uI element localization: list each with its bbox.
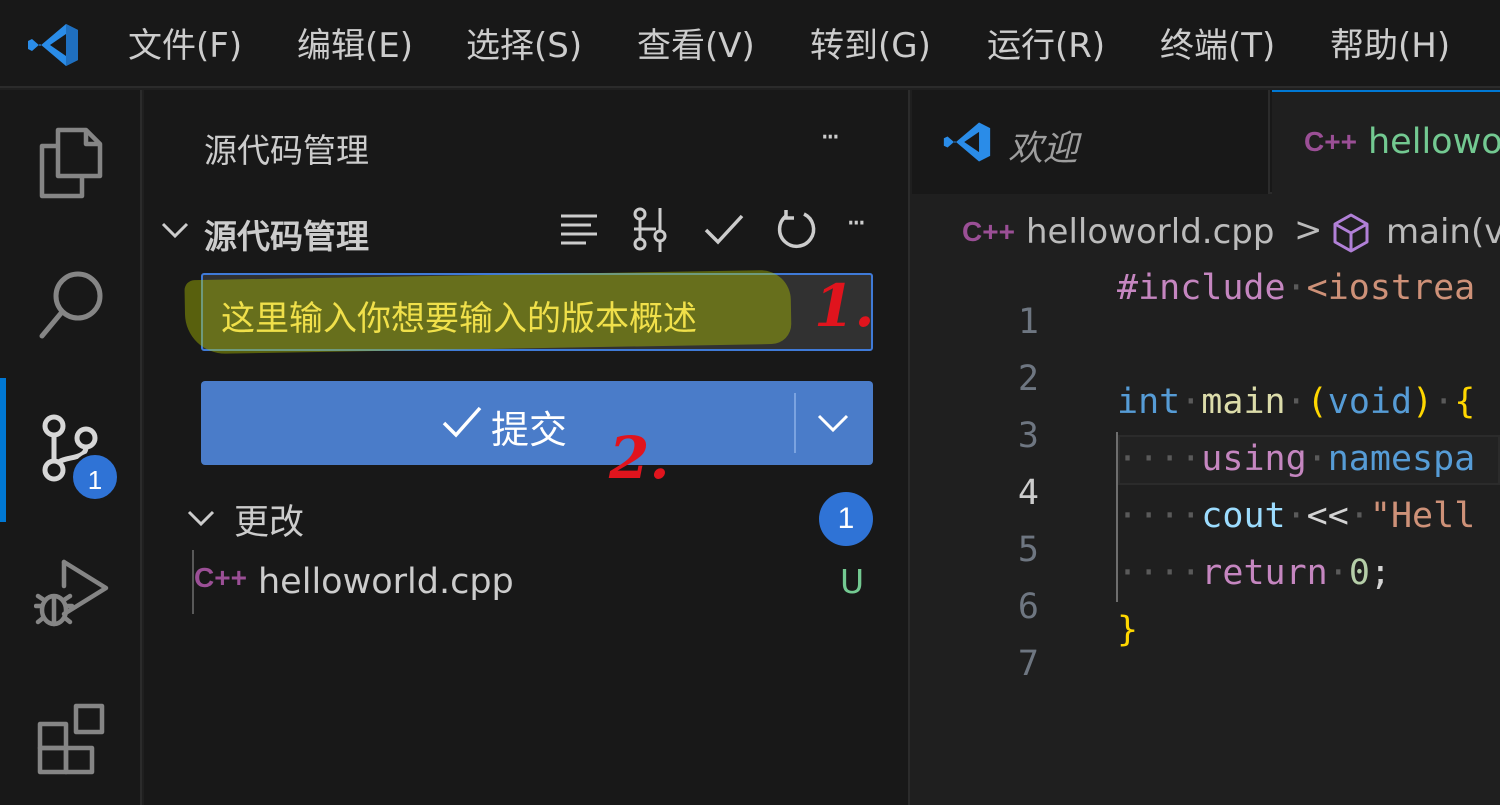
code-line: 5 ····cout·<<·"Hell [912,490,1500,570]
code-line: 3 int·main·(void)·{ [912,376,1500,456]
source-control-sidebar: 源代码管理 ··· 源代码管理 ··· 这里输入你想要输入的版本概述 提交 1.… [144,90,910,805]
sidebar-more-button[interactable]: ··· [820,120,841,155]
search-icon[interactable] [34,266,110,342]
symbol-method-icon [1333,213,1369,253]
menu-go[interactable]: 转到(G) [810,22,931,70]
menu-terminal[interactable]: 终端(T) [1160,22,1275,70]
explorer-icon[interactable] [34,124,110,200]
vscode-logo-icon [28,24,78,66]
refresh-icon[interactable] [774,206,818,252]
scm-section-title[interactable]: 源代码管理 [204,210,369,258]
changes-count-badge: 1 [819,492,873,546]
code-line: 7 } [912,604,1500,684]
sidebar-title: 源代码管理 [204,131,369,170]
active-indicator [0,378,6,522]
title-bar: 文件(F) 编辑(E) 选择(S) 查看(V) 转到(G) 运行(R) 终端(T… [0,0,1500,88]
code-line: 4 ····using·namespa [912,433,1500,513]
menu-run[interactable]: 运行(R) [987,22,1105,70]
breadcrumb-separator: > [1294,210,1323,250]
menu-file[interactable]: 文件(F) [128,22,242,70]
breadcrumb-symbol[interactable]: main(v [1386,212,1500,252]
annotation-1: 1. [814,272,875,340]
commit-check-icon[interactable] [702,210,746,250]
menu-edit[interactable]: 编辑(E) [297,22,413,70]
changed-file-row[interactable]: C++ helloworld.cpp U [194,550,884,614]
breadcrumb-file[interactable]: helloworld.cpp [1026,212,1274,252]
editor-tab-bar: 欢迎 C++ hellowo [912,90,1500,194]
commit-message-input[interactable]: 这里输入你想要输入的版本概述 [184,269,873,355]
chevron-down-icon[interactable] [160,218,190,242]
menu-help[interactable]: 帮助(H) [1330,22,1450,70]
tab-helloworld-label: hellowo [1368,122,1500,162]
chevron-down-icon[interactable] [186,506,216,530]
view-as-list-icon[interactable] [558,210,600,250]
chevron-down-icon[interactable] [815,407,851,439]
cpp-file-icon: C++ [194,562,247,593]
commit-message-text: 这里输入你想要输入的版本概述 [221,299,697,339]
scm-count-badge: 1 [70,452,120,502]
tab-welcome-label: 欢迎 [1008,129,1079,169]
code-line: 2 [912,319,1500,399]
commit-button-label: 提交 [491,408,568,452]
line-number: 7 [1017,644,1039,684]
vscode-logo-icon [943,122,991,162]
commit-button[interactable]: 提交 [201,381,873,465]
run-debug-icon[interactable] [34,556,110,632]
menu-view[interactable]: 查看(V) [637,22,755,70]
code-line: 1 #include·<iostrea [912,262,1500,342]
annotation-2: 2. [609,424,670,492]
changes-group-title[interactable]: 更改 [234,494,304,545]
extensions-icon[interactable] [34,702,110,778]
section-more-button[interactable]: ··· [846,206,867,241]
menu-selection[interactable]: 选择(S) [466,22,582,70]
file-name: helloworld.cpp [258,562,514,602]
source-graph-icon[interactable] [628,206,672,254]
check-icon [442,406,482,438]
tab-welcome[interactable]: 欢迎 [912,90,1270,194]
code-line: 6 ····return·0; [912,547,1500,627]
breadcrumb: C++ helloworld.cpp > main(v [912,196,1500,256]
editor-area: 欢迎 C++ hellowo C++ helloworld.cpp > main… [912,90,1500,805]
untracked-status: U [840,562,865,601]
cpp-file-icon: C++ [1304,126,1357,157]
activity-bar: 1 [0,90,142,805]
button-divider [794,393,796,453]
tab-helloworld[interactable]: C++ hellowo [1272,90,1500,194]
code-editor[interactable]: 1 #include·<iostrea 2 3 int·main·(void)·… [912,260,1500,805]
cpp-file-icon: C++ [962,216,1015,247]
